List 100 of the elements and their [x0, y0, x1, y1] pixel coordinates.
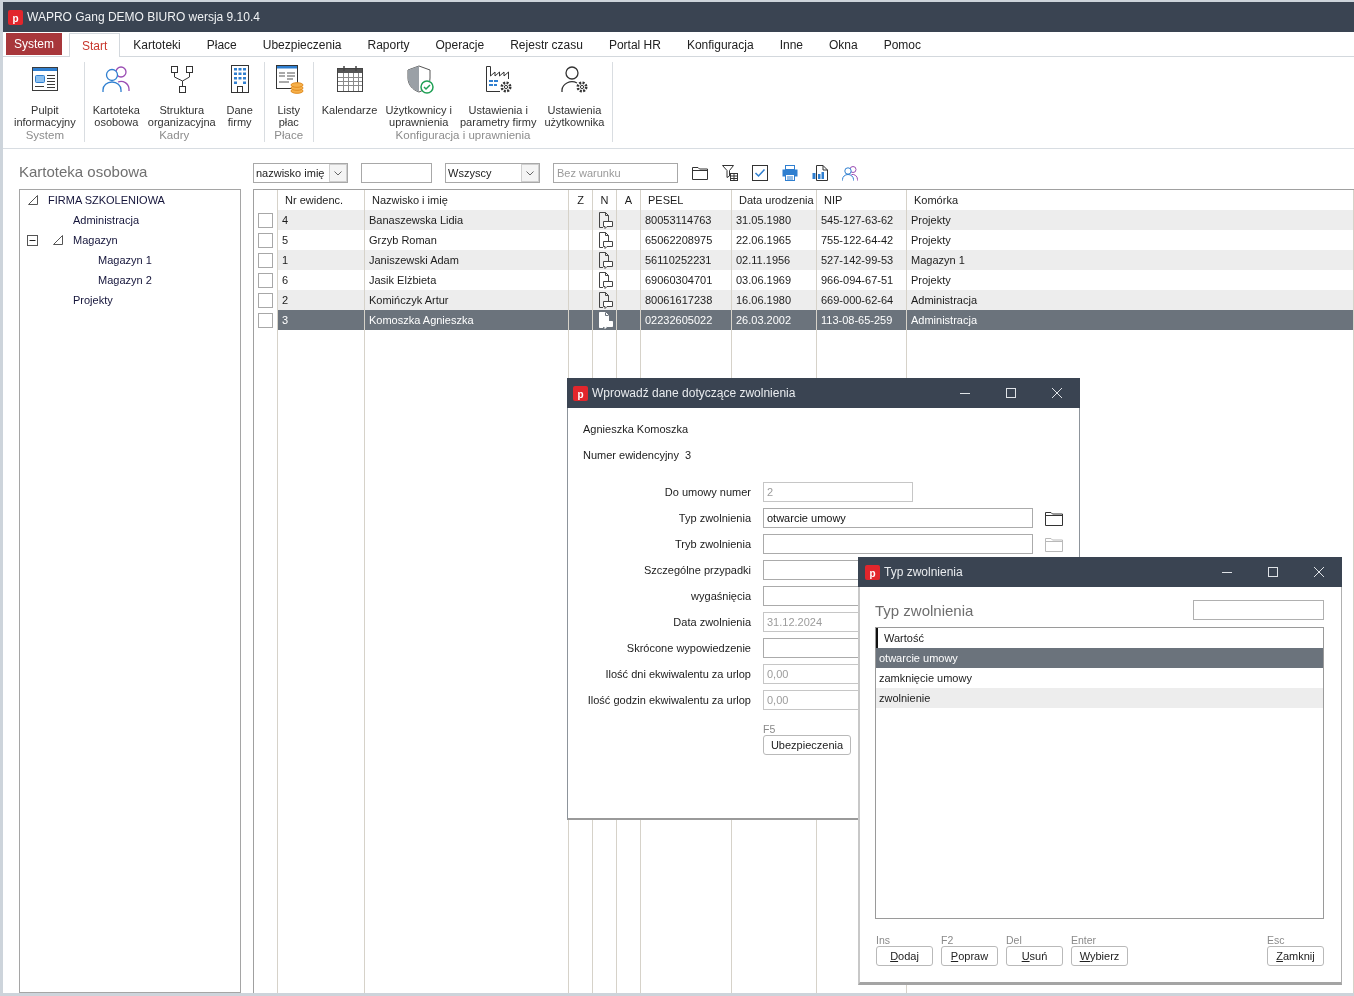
shortcut-label: Ins: [876, 934, 890, 946]
input-field[interactable]: [763, 560, 859, 580]
input-field[interactable]: [763, 586, 859, 606]
ribbon-button[interactable]: Ustawienia użytkownika: [540, 62, 609, 128]
ribbon-button[interactable]: Kartoteka osobowa: [88, 62, 144, 128]
menu-tab[interactable]: Okna: [816, 33, 871, 56]
dialog-button[interactable]: Wybierz: [1071, 946, 1128, 966]
table-cell: 80053114763: [641, 210, 732, 230]
sort-select[interactable]: nazwisko imię: [253, 163, 348, 183]
employee-name: Agnieszka Komoszka: [583, 422, 689, 437]
folder-icon[interactable]: [1045, 510, 1063, 526]
printer-icon[interactable]: [782, 165, 798, 181]
tree-item[interactable]: Magazyn 1: [98, 254, 152, 266]
input-field[interactable]: [763, 534, 1033, 554]
group-select[interactable]: Wszyscy: [445, 163, 540, 183]
system-menu-button[interactable]: System: [6, 33, 62, 55]
insurance-button[interactable]: Ubezpieczenia: [763, 735, 851, 755]
panel-title: Kartoteka osobowa: [19, 163, 148, 181]
ribbon-button[interactable]: Dane firmy: [219, 62, 260, 128]
condition-field[interactable]: Bez warunku: [553, 163, 678, 183]
folder-icon[interactable]: [692, 165, 708, 181]
row-checkbox[interactable]: [258, 312, 273, 328]
close-icon[interactable]: [1052, 388, 1062, 398]
row-checkbox[interactable]: [258, 292, 273, 308]
expanded-triangle-icon[interactable]: [53, 235, 63, 245]
search-field[interactable]: [1193, 600, 1324, 620]
row-checkbox[interactable]: [258, 272, 273, 288]
menu-tab[interactable]: Pomoc: [870, 33, 935, 56]
ribbon-group-label: Konfiguracja i uprawnienia: [395, 129, 531, 142]
table-cell: 02232605022: [641, 310, 732, 330]
menu-tab[interactable]: Płace: [193, 33, 250, 56]
ribbon-button[interactable]: Pulpit informacyjny: [10, 62, 80, 128]
table-cell: 4: [278, 210, 365, 230]
table-cell: Komoszka Agnieszka: [365, 310, 569, 330]
close-icon[interactable]: [1314, 567, 1324, 577]
input-field[interactable]: [763, 638, 859, 658]
dialog-button[interactable]: Dodaj: [876, 946, 933, 966]
ribbon-button[interactable]: Użytkownicy i uprawnienia: [381, 62, 456, 128]
field-label: Ilość godzin ekwiwalentu za urlop: [587, 694, 751, 706]
menu-tab[interactable]: Ubezpieczenia: [249, 33, 355, 56]
menu-tab[interactable]: Start: [69, 33, 121, 57]
ribbon-button[interactable]: Struktura organizacyjna: [143, 62, 220, 128]
shortcut-label: Del: [1006, 934, 1022, 946]
dialog-button[interactable]: Popraw: [941, 946, 998, 966]
shortcut-label: F5: [763, 723, 776, 735]
row-checkbox[interactable]: [258, 212, 273, 228]
field-label: Tryb zwolnienia: [675, 538, 751, 550]
employee-number-label: Numer ewidencyjny: [583, 448, 679, 463]
field-label: wygaśnięcia: [691, 590, 751, 602]
row-checkbox[interactable]: [258, 232, 273, 248]
list-item[interactable]: zamknięcie umowy: [876, 668, 1323, 688]
list-item[interactable]: zwolnienie: [876, 688, 1323, 708]
field-label: Data zwolnienia: [673, 616, 751, 628]
ribbon-button[interactable]: Listy płac: [268, 62, 309, 128]
tree-item[interactable]: FIRMA SZKOLENIOWA: [48, 194, 165, 206]
tree-item[interactable]: Magazyn 2: [98, 274, 152, 286]
people-icon: [100, 63, 133, 95]
field-label: Skrócone wypowiedzenie: [626, 642, 751, 654]
table-row[interactable]: 3 Komoszka Agnieszka 02232605022 26.03.2002 113-08-65-259 Administracja: [254, 310, 1354, 330]
tree-item[interactable]: Magazyn: [73, 234, 118, 246]
shortcut-label: Enter: [1071, 934, 1097, 946]
table-row[interactable]: 2 Komińczyk Artur 80061617238 16.06.1980 669-000-62-64 Administracja: [254, 290, 1354, 310]
table-cell: Projekty: [907, 210, 1354, 230]
tree-item[interactable]: Administracja: [73, 214, 140, 226]
chevron-down-icon: [329, 164, 347, 182]
row-checkbox[interactable]: [258, 252, 273, 268]
filter-icon[interactable]: [722, 165, 738, 181]
input-field[interactable]: otwarcie umowy: [763, 508, 1033, 528]
menu-tab[interactable]: Kartoteki: [120, 33, 194, 56]
window-title: WAPRO Gang DEMO BIURO wersja 9.10.4: [27, 10, 260, 24]
table-cell: Janiszewski Adam: [365, 250, 569, 270]
users-icon[interactable]: [842, 165, 858, 181]
maximize-icon[interactable]: [1006, 388, 1016, 398]
table-row[interactable]: 1 Janiszewski Adam 56110252231 02.11.1956 527-142-99-53 Magazyn 1: [254, 250, 1354, 270]
table-cell: 3: [278, 310, 365, 330]
table-cell: Magazyn 1: [907, 250, 1354, 270]
field-label: Ilość dni ekwiwalentu za urlop: [605, 668, 751, 680]
table-row[interactable]: 4 Banaszewska Lidia 80053114763 31.05.1980 545-127-63-62 Projekty: [254, 210, 1354, 230]
tree-item[interactable]: Projekty: [73, 294, 113, 306]
list-item[interactable]: otwarcie umowy: [876, 648, 1323, 668]
dialog-button[interactable]: Zamknij: [1267, 946, 1324, 966]
expanded-triangle-icon[interactable]: [28, 195, 38, 205]
menu-tab[interactable]: Konfiguracja: [673, 33, 767, 56]
checkbox-tick-icon[interactable]: [752, 165, 768, 181]
collapse-box-icon[interactable]: [27, 234, 38, 246]
search-field[interactable]: [361, 163, 432, 183]
app-logo: p: [8, 9, 23, 25]
menu-tab[interactable]: Operacje: [422, 33, 498, 56]
menu-tab[interactable]: Portal HR: [595, 33, 674, 56]
menu-tab[interactable]: Raporty: [354, 33, 423, 56]
ribbon-group-label: Kadry: [159, 129, 190, 142]
employee-number: 3: [685, 448, 692, 463]
document-chart-icon[interactable]: [812, 165, 828, 181]
ribbon-button[interactable]: Kalendarze: [317, 62, 382, 128]
menu-tab[interactable]: Rejestr czasu: [497, 33, 596, 56]
menu-tab[interactable]: Inne: [766, 33, 816, 56]
field-label: Do umowy numer: [664, 486, 751, 498]
ribbon-button[interactable]: Ustawienia i parametry firmy: [456, 62, 541, 128]
maximize-icon[interactable]: [1268, 567, 1278, 577]
dialog-button[interactable]: Usuń: [1006, 946, 1063, 966]
